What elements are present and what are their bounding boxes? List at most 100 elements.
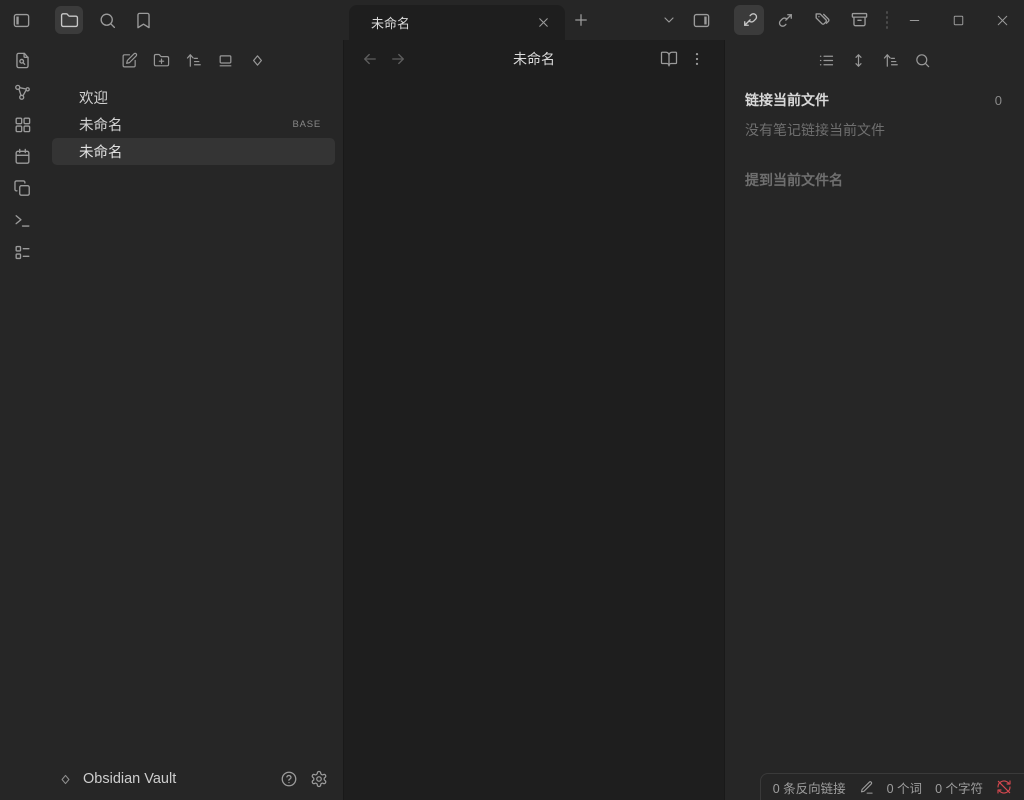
tab-list-dropdown-button[interactable] [655,6,683,34]
titlebar: 未命名 [0,0,1024,40]
folder-icon [60,11,79,30]
folder-plus-icon [153,52,170,69]
pencil-icon [859,780,874,795]
edit-mode-indicator[interactable] [859,780,874,795]
linked-mentions-count: 0 [995,93,1002,108]
editor-pane[interactable]: 未命名 [344,40,724,800]
all-properties-pane-button[interactable] [845,5,873,33]
search-tab-button[interactable] [93,6,121,34]
form-view-button[interactable] [8,238,36,266]
backlink-sort-order-button[interactable] [879,48,903,72]
editor-content[interactable] [344,78,724,800]
gear-icon [310,770,328,788]
settings-button[interactable] [305,765,333,793]
more-options-button[interactable] [685,47,709,71]
linked-mentions-title: 链接当前文件 [745,90,829,110]
book-open-icon [660,50,678,68]
layout-grid-icon [13,115,32,134]
vault-footer: Obsidian Vault [44,758,343,800]
canvas-button[interactable] [8,110,36,138]
graph-view-button[interactable] [8,78,36,106]
backlink-count[interactable]: 0 条反向链接 [773,778,846,797]
file-explorer-pane: 欢迎 未命名 BASE 未命名 Obsidian Vault [44,40,344,800]
linked-mentions-empty-text: 没有笔记链接当前文件 [745,120,1002,140]
sort-order-button[interactable] [182,48,206,72]
expand-results-button[interactable] [847,48,871,72]
backlinks-pane: 链接当前文件 0 没有笔记链接当前文件 提到当前文件名 [724,40,1024,800]
reading-view-button[interactable] [657,47,681,71]
linked-mentions-header[interactable]: 链接当前文件 0 [745,90,1002,110]
calendar-icon [13,147,32,166]
arrow-right-icon [389,50,407,68]
move-vertical-icon [850,52,867,69]
status-bar: 0 条反向链接 0 个词 0 个字符 [760,773,1024,800]
navigate-forward-button[interactable] [386,47,410,71]
tags-icon [813,10,832,29]
help-button[interactable] [275,765,303,793]
tags-pane-button[interactable] [808,5,836,33]
sort-asc-icon [185,52,202,69]
card-view-button[interactable] [214,48,238,72]
files-tab-button[interactable] [55,6,83,34]
panel-left-icon [12,11,31,30]
diamond-collapse-icon [249,52,266,69]
search-icon [914,52,931,69]
file-item-untitled-base[interactable]: 未命名 BASE [52,111,335,138]
file-search-icon [13,51,32,70]
ribbon [0,40,44,800]
gallery-icon [217,52,234,69]
window-maximize-button[interactable] [944,6,972,34]
layout-list-icon [13,243,32,262]
quick-switcher-button[interactable] [8,46,36,74]
more-vertical-icon [688,50,706,68]
terminal-button[interactable] [8,206,36,234]
file-item-label: 未命名 [79,114,123,135]
navigate-back-button[interactable] [358,47,382,71]
collapse-all-button[interactable] [246,48,270,72]
new-note-icon [121,52,138,69]
links-incoming-icon [740,11,759,30]
view-header: 未命名 [344,40,724,78]
backlinks-toolbar [725,40,1024,80]
toggle-right-sidebar-button[interactable] [687,6,715,34]
tab-close-button[interactable] [531,11,555,35]
vault-switcher-icon [58,772,73,787]
character-count: 0 个字符 [935,778,983,797]
backlink-search-button[interactable] [911,48,935,72]
grip-separator [884,11,890,29]
file-list: 欢迎 未命名 BASE 未命名 [44,80,343,169]
outgoing-links-pane-button[interactable] [772,5,800,33]
unlinked-mentions-header[interactable]: 提到当前文件名 [745,170,1002,190]
links-outgoing-icon [777,10,796,29]
chevron-down-icon [661,12,677,28]
file-type-badge: BASE [292,119,327,130]
list-icon [818,52,835,69]
new-folder-button[interactable] [150,48,174,72]
file-item-label: 未命名 [79,141,123,162]
maximize-icon [950,12,967,29]
window-minimize-button[interactable] [900,6,928,34]
window-close-button[interactable] [988,6,1016,34]
terminal-icon [13,211,32,230]
new-tab-button[interactable] [567,6,595,34]
tab-title: 未命名 [371,13,531,32]
file-item-welcome[interactable]: 欢迎 [52,84,335,111]
new-note-button[interactable] [118,48,142,72]
daily-note-button[interactable] [8,142,36,170]
vault-switcher[interactable]: Obsidian Vault [58,771,176,787]
file-item-untitled-selected[interactable]: 未命名 [52,138,335,165]
backlinks-pane-button[interactable] [734,5,764,35]
help-icon [280,770,298,788]
templates-button[interactable] [8,174,36,202]
file-item-label: 欢迎 [79,87,108,108]
panel-right-icon [692,11,711,30]
bookmark-icon [134,11,153,30]
close-icon [994,12,1011,29]
toggle-left-sidebar-button[interactable] [7,6,35,34]
copy-icon [13,179,32,198]
archive-icon [850,10,869,29]
sync-error-icon[interactable] [996,779,1012,795]
backlink-list-options-button[interactable] [815,48,839,72]
bookmarks-tab-button[interactable] [129,6,157,34]
tab-untitled[interactable]: 未命名 [349,5,565,40]
